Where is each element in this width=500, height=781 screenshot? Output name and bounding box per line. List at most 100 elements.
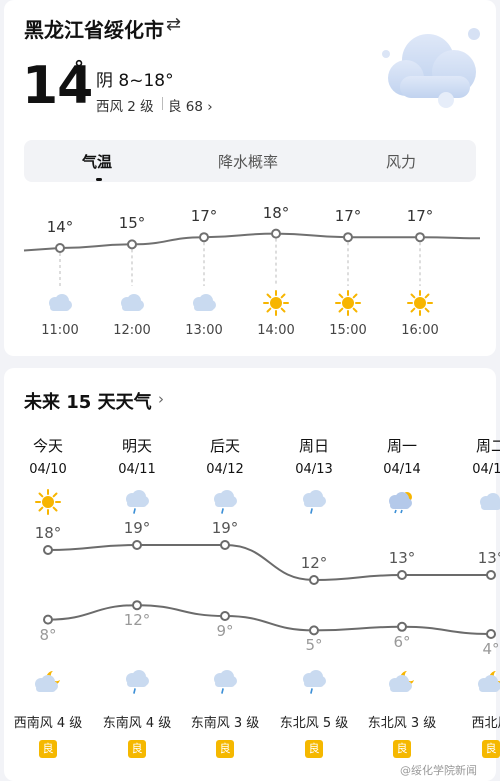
tab-temperature[interactable]: 气温 — [82, 151, 112, 172]
forecast-wind: 东南风 3 级 — [190, 716, 260, 731]
tab-precipitation[interactable]: 降水概率 — [218, 151, 278, 172]
forecast-title[interactable]: 未来 15 天天气 — [24, 388, 152, 414]
aqi-badge: 良 — [393, 740, 411, 758]
hourly-temperature-point — [271, 228, 281, 239]
forecast-date: 04/11 — [118, 462, 156, 477]
rain-cloud-icon — [303, 490, 326, 514]
hourly-temperature-label: 14° — [46, 218, 74, 236]
hourly-time-label: 16:00 — [401, 323, 439, 338]
rain-cloud-icon — [126, 670, 149, 694]
high-temperature-line-point — [309, 575, 319, 585]
sun-icon — [335, 290, 361, 316]
hourly-temperature-label: 15° — [118, 214, 146, 233]
hourly-temperature-label: 18° — [262, 203, 290, 222]
tab-indicator — [96, 178, 102, 181]
moon-cloud-icon — [478, 671, 500, 692]
current-wind: 西风 2 级 — [96, 99, 154, 115]
hourly-temperature-point — [199, 232, 209, 243]
forecast-day-name: 后天 — [209, 437, 240, 455]
air-quality-link[interactable]: 良 68 › — [168, 95, 213, 115]
forecast-day-name: 周日 — [298, 437, 329, 455]
forecast-day-name: 周一 — [386, 437, 417, 455]
divider — [162, 97, 163, 110]
aqi-badge: 良 — [216, 740, 234, 758]
chart-tab-bar: 气温 降水概率 风力 — [24, 140, 476, 182]
hourly-temperature-point — [343, 232, 353, 243]
hourly-time-label: 15:00 — [329, 323, 367, 338]
hourly-temperature-point — [127, 239, 137, 250]
current-weather-card: 黑龙江省绥化市 ⇄ 14 ° 阴 8~18° 西风 2 级 良 68 › 气温 … — [4, 0, 496, 356]
low-temperature-label: 12° — [123, 611, 151, 630]
low-temperature-line-point — [309, 625, 319, 636]
hourly-temperature-label: 17° — [334, 207, 362, 226]
sun-icon — [35, 489, 61, 515]
hourly-time-label: 12:00 — [113, 323, 151, 338]
forecast-wind: 西北风 — [471, 716, 500, 731]
swap-arrows-icon[interactable]: ⇄ — [166, 14, 181, 35]
forecast-wind: 西南风 4 级 — [13, 716, 83, 731]
rain-cloud-icon — [303, 670, 326, 694]
low-temperature-line-point — [486, 629, 496, 639]
forecast-wind: 东南风 4 级 — [102, 716, 172, 731]
tab-wind[interactable]: 风力 — [386, 151, 416, 172]
sun-icon — [263, 290, 289, 316]
low-temperature-label: 5° — [305, 636, 323, 655]
high-temperature-label: 19° — [211, 519, 239, 537]
hourly-temperature-line — [23, 232, 481, 252]
high-temperature-label: 13° — [388, 549, 416, 567]
sun-rain-cloud-icon — [389, 492, 412, 514]
forecast-wind: 东北风 3 级 — [367, 716, 437, 731]
cloud-icon — [193, 294, 216, 311]
hourly-time-label: 14:00 — [257, 323, 295, 338]
forecast-day-name: 周二 — [475, 437, 500, 455]
hourly-temperature-label: 17° — [190, 207, 218, 226]
low-temperature-line-point — [43, 614, 53, 625]
forecast-day-name: 今天 — [32, 437, 63, 455]
low-temperature-label: 9° — [216, 622, 234, 640]
hourly-temperature-point — [415, 232, 425, 243]
forecast-wind: 东北风 5 级 — [279, 716, 349, 731]
high-temperature-line-point — [43, 545, 53, 555]
forecast-day-name: 明天 — [121, 437, 152, 455]
current-condition: 阴 8~18° — [96, 71, 174, 91]
hourly-time-label: 11:00 — [41, 323, 79, 338]
forecast-date: 04/13 — [295, 462, 333, 477]
forecast-date: 04/14 — [383, 462, 421, 477]
high-temperature-line-point — [486, 570, 496, 580]
low-temperature-label: 4° — [482, 640, 500, 658]
high-temperature-label: 19° — [123, 519, 151, 537]
hourly-time-label: 13:00 — [185, 323, 223, 338]
cloud-icon — [121, 294, 144, 311]
moon-cloud-icon — [35, 671, 60, 692]
high-temperature-line-point — [132, 540, 142, 550]
aqi-badge: 良 — [39, 740, 57, 758]
aqi-badge: 良 — [482, 740, 500, 758]
low-temperature-label: 8° — [39, 625, 57, 644]
low-temperature-line-point — [220, 611, 230, 621]
high-temperature-label: 13° — [477, 549, 500, 567]
rain-cloud-icon — [126, 490, 149, 514]
high-temperature-label: 12° — [300, 554, 328, 572]
hourly-temperature-label: 17° — [406, 207, 434, 226]
hourly-temperature-point — [55, 243, 65, 253]
location-name[interactable]: 黑龙江省绥化市 — [24, 14, 164, 43]
watermark: @绥化学院新闻 — [400, 764, 477, 777]
rain-cloud-icon — [214, 490, 237, 514]
forecast-date: 04/10 — [29, 462, 67, 477]
high-temperature-line-point — [397, 570, 407, 580]
sun-icon — [407, 290, 433, 316]
cloud-icon — [49, 294, 72, 311]
low-temperature-line-point — [132, 600, 142, 611]
cloud-icon — [480, 493, 500, 510]
high-temperature-label: 18° — [34, 524, 62, 542]
low-temperature-line-point — [397, 621, 407, 632]
degree-symbol: ° — [74, 56, 84, 80]
moon-cloud-icon — [389, 671, 414, 692]
aqi-badge: 良 — [305, 740, 323, 758]
forecast-date: 04/12 — [206, 462, 244, 477]
low-temperature-label: 6° — [393, 632, 411, 651]
aqi-badge: 良 — [128, 740, 146, 758]
cloud-icon — [382, 28, 480, 108]
forecast-date: 04/15 — [472, 462, 500, 477]
chevron-right-icon[interactable]: › — [158, 390, 164, 408]
